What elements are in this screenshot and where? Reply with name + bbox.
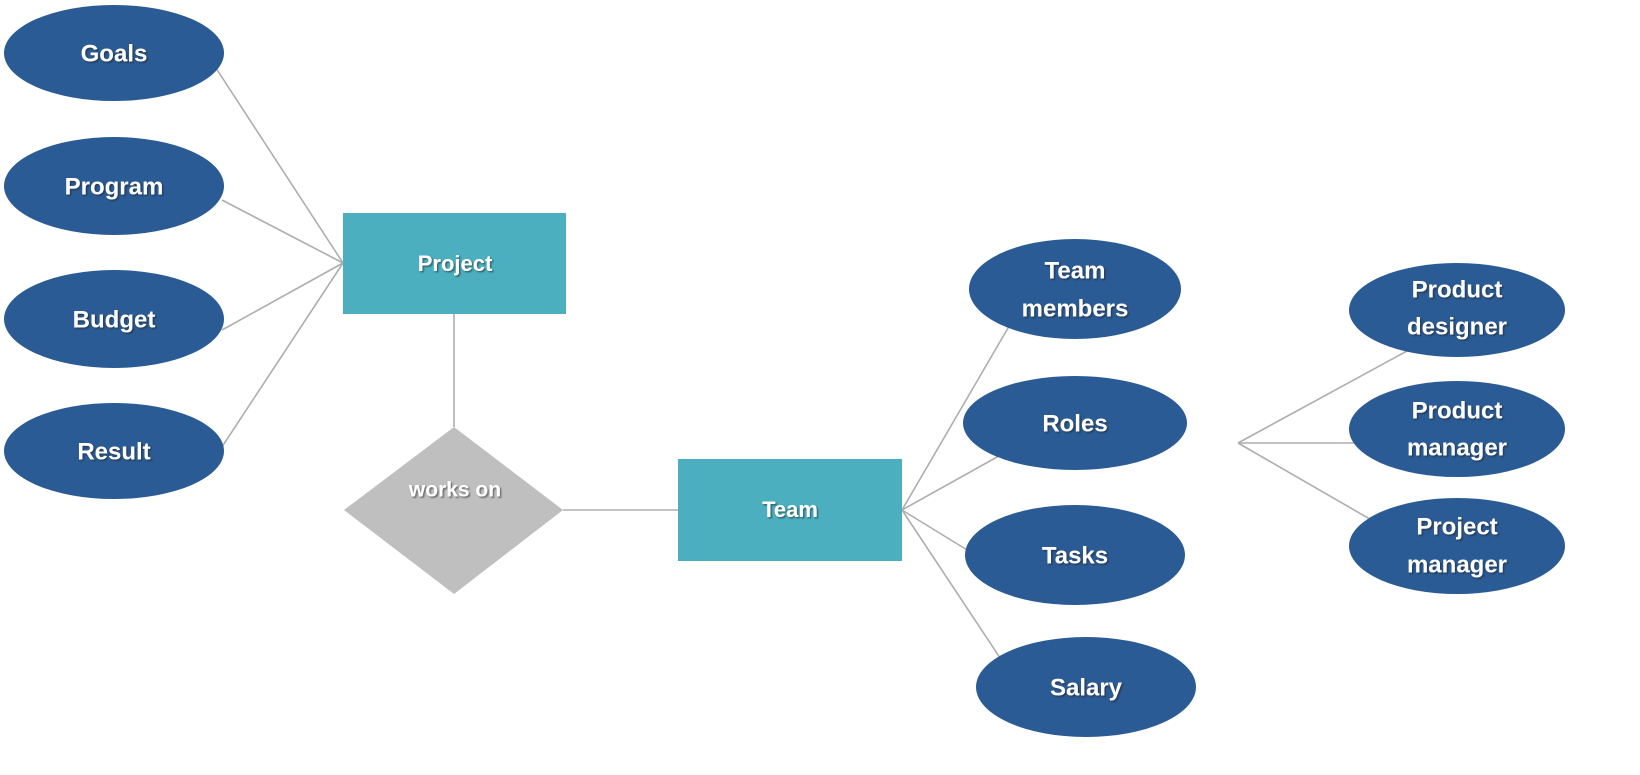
edge-budget-project xyxy=(221,262,344,331)
node-salary[interactable]: Salary xyxy=(976,637,1196,737)
node-goals[interactable]: Goals xyxy=(4,5,224,101)
edge-result-project xyxy=(211,262,344,463)
node-tasks[interactable]: Tasks xyxy=(965,505,1185,605)
er-diagram-svg: Goals Program Budget Result Project work… xyxy=(4,5,1565,737)
budget-label: Budget xyxy=(73,306,156,333)
team-label: Team xyxy=(762,497,818,522)
node-team-members[interactable]: Team members xyxy=(969,239,1181,339)
node-team[interactable]: Team xyxy=(678,459,902,561)
project-label: Project xyxy=(418,251,493,276)
product-designer-label-line2: designer xyxy=(1407,313,1507,340)
node-product-designer[interactable]: Product designer xyxy=(1349,263,1565,357)
node-project-manager[interactable]: Project manager xyxy=(1349,498,1565,594)
team-members-label-line2: members xyxy=(1022,295,1129,322)
product-manager-label-line1: Product xyxy=(1412,397,1503,424)
edge-program-project xyxy=(221,199,344,264)
works-on-diamond[interactable] xyxy=(344,427,563,594)
team-members-ellipse[interactable] xyxy=(969,239,1181,339)
roles-label: Roles xyxy=(1042,410,1107,437)
node-product-manager[interactable]: Product manager xyxy=(1349,381,1565,477)
project-manager-label-line1: Project xyxy=(1416,513,1497,540)
tasks-label: Tasks xyxy=(1042,542,1108,569)
team-members-label-line1: Team xyxy=(1045,257,1106,284)
project-manager-label-line2: manager xyxy=(1407,551,1507,578)
goals-label: Goals xyxy=(81,40,148,67)
salary-label: Salary xyxy=(1050,674,1123,701)
node-works-on[interactable]: works on xyxy=(344,427,563,594)
product-manager-ellipse[interactable] xyxy=(1349,381,1565,477)
node-project[interactable]: Project xyxy=(343,213,566,314)
product-manager-label-line2: manager xyxy=(1407,434,1507,461)
edge-goals-project xyxy=(211,61,344,264)
node-program[interactable]: Program xyxy=(4,137,224,235)
node-roles[interactable]: Roles xyxy=(963,376,1187,470)
works-on-label: works on xyxy=(408,479,501,502)
er-diagram-canvas: Goals Program Budget Result Project work… xyxy=(0,0,1640,775)
connector-group xyxy=(211,61,1421,701)
result-label: Result xyxy=(77,438,150,465)
node-result[interactable]: Result xyxy=(4,403,224,499)
product-designer-label-line1: Product xyxy=(1412,276,1503,303)
program-label: Program xyxy=(65,173,164,200)
node-budget[interactable]: Budget xyxy=(4,270,224,368)
